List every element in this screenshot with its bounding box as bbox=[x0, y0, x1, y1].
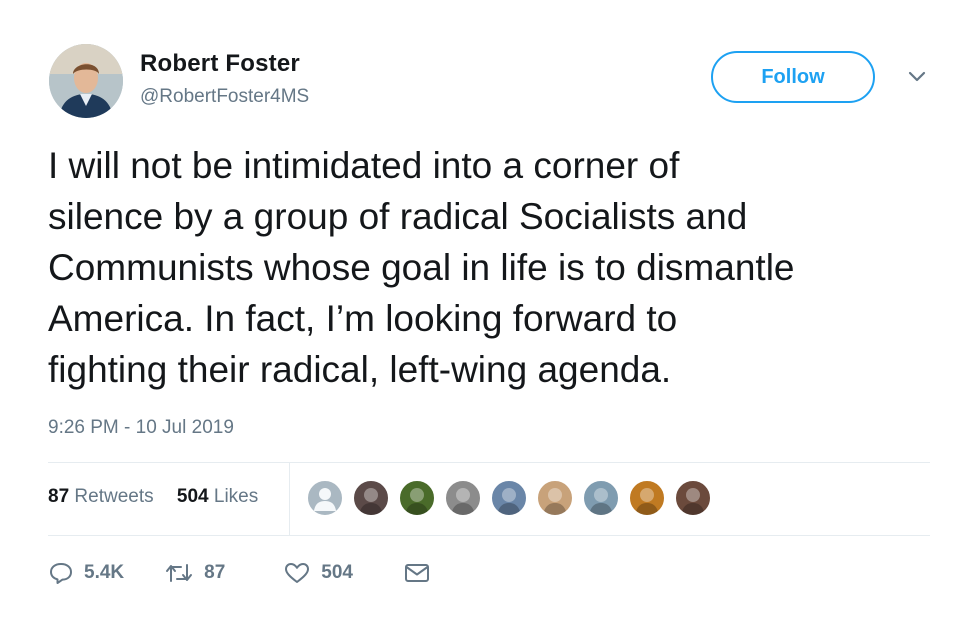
liker-avatar[interactable] bbox=[536, 479, 574, 517]
tweet-actions: 5.4K 87 504 bbox=[48, 561, 431, 585]
liker-avatar[interactable] bbox=[628, 479, 666, 517]
reply-button[interactable]: 5.4K bbox=[48, 561, 124, 585]
author-avatar[interactable] bbox=[49, 44, 123, 118]
direct-message-button[interactable] bbox=[403, 561, 431, 585]
likes-stat[interactable]: 504 Likes bbox=[177, 486, 258, 507]
author-handle[interactable]: @RobertFoster4MS bbox=[140, 86, 309, 108]
retweets-count: 87 bbox=[48, 486, 70, 507]
likes-count: 504 bbox=[176, 486, 209, 507]
retweet-button[interactable]: 87 bbox=[164, 561, 225, 585]
liker-avatar[interactable] bbox=[444, 479, 482, 517]
liker-avatars bbox=[306, 479, 720, 517]
divider bbox=[48, 462, 930, 463]
likes-label: Likes bbox=[213, 486, 259, 507]
divider-vertical bbox=[289, 462, 290, 535]
retweets-label: Retweets bbox=[74, 486, 154, 507]
author-name[interactable]: Robert Foster bbox=[140, 50, 300, 78]
tweet-timestamp[interactable]: 9:26 PM - 10 Jul 2019 bbox=[48, 417, 234, 439]
chevron-down-icon[interactable] bbox=[904, 68, 930, 86]
retweet-count: 87 bbox=[204, 562, 226, 583]
heart-icon bbox=[283, 561, 311, 585]
liker-avatar[interactable] bbox=[582, 479, 620, 517]
retweet-icon bbox=[164, 561, 194, 585]
retweets-stat[interactable]: 87 Retweets bbox=[48, 486, 154, 507]
engagement-stats: 87 Retweets 504 Likes bbox=[48, 486, 276, 508]
reply-count: 5.4K bbox=[84, 562, 125, 583]
liker-avatar[interactable] bbox=[352, 479, 390, 517]
liker-avatar[interactable] bbox=[490, 479, 528, 517]
like-button[interactable]: 504 bbox=[283, 561, 353, 585]
tweet-text: I will not be intimidated into a corner … bbox=[48, 145, 795, 390]
envelope-icon bbox=[403, 561, 431, 585]
follow-button[interactable]: Follow bbox=[711, 51, 875, 103]
liker-avatar[interactable] bbox=[398, 479, 436, 517]
divider bbox=[48, 535, 930, 536]
liker-avatar[interactable] bbox=[306, 479, 344, 517]
liker-avatar[interactable] bbox=[674, 479, 712, 517]
like-count: 504 bbox=[321, 562, 353, 583]
reply-icon bbox=[48, 561, 74, 585]
